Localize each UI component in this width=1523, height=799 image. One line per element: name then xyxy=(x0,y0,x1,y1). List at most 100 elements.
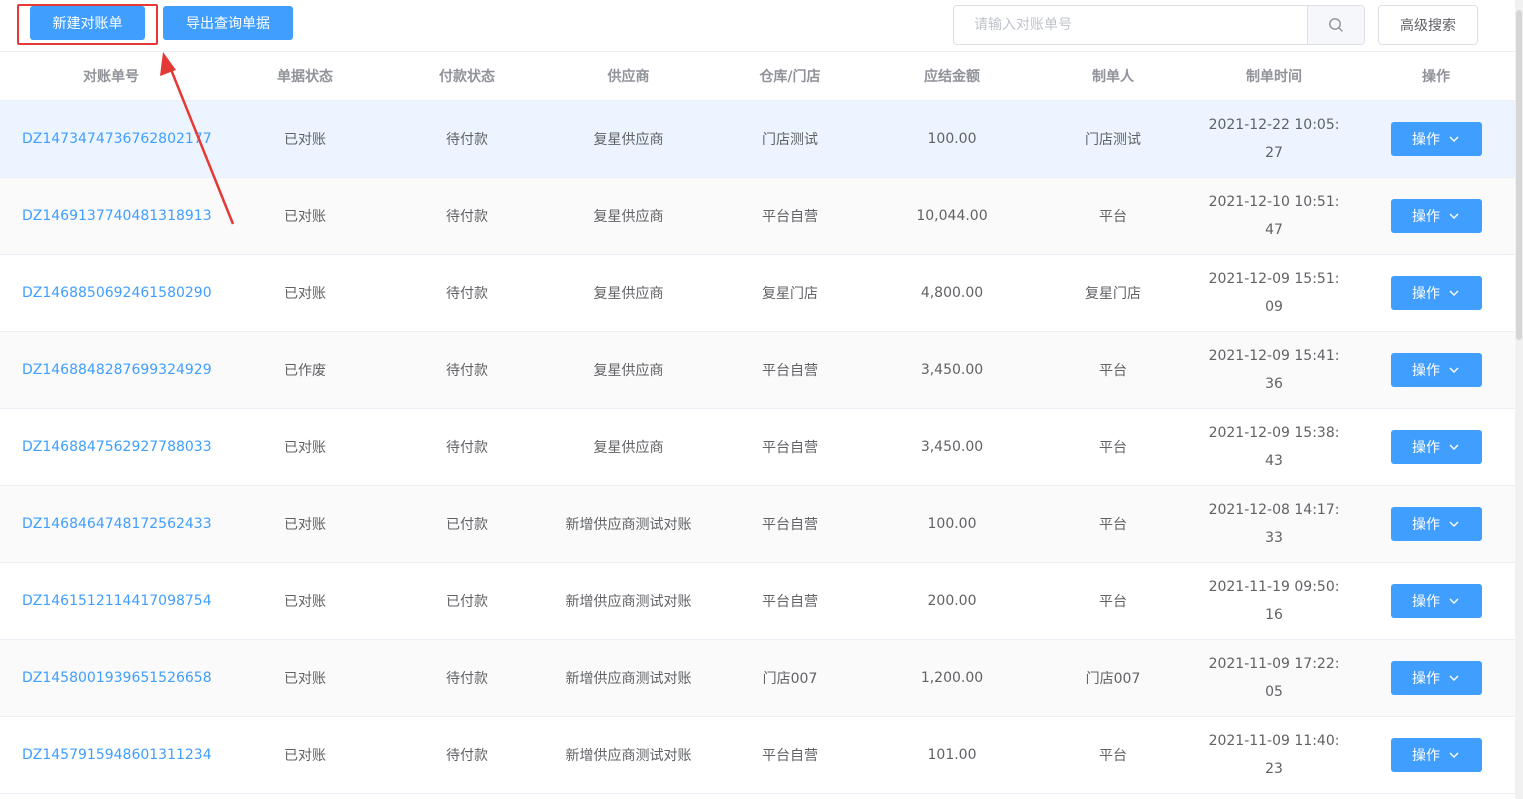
actions-cell: 操作 xyxy=(1357,486,1515,562)
pay-status-cell: 待付款 xyxy=(446,671,488,687)
creator-cell: 门店测试 xyxy=(1085,132,1141,148)
supplier-cell: 新增供应商测试对账 xyxy=(565,748,692,764)
created-time-text: 2021-11-19 09:50:16 xyxy=(1208,579,1340,623)
creator-cell: 平台 xyxy=(1099,594,1127,610)
chevron-down-icon xyxy=(1449,444,1459,450)
amount-cell: 100.00 xyxy=(927,516,977,532)
supplier-cell: 新增供应商测试对账 xyxy=(565,594,692,610)
actions-label: 操作 xyxy=(1412,286,1440,302)
pay-status-cell: 待付款 xyxy=(446,132,488,148)
created-time-cell: 2021-12-09 15:38:43 xyxy=(1191,409,1357,485)
doc-status-cell: 已对账 xyxy=(284,671,326,687)
advanced-search-button[interactable]: 高级搜索 xyxy=(1378,5,1478,45)
header-pay-status: 付款状态 xyxy=(439,69,495,85)
chevron-down-icon xyxy=(1449,367,1459,373)
amount-cell: 3,450.00 xyxy=(920,439,984,455)
actions-dropdown-button[interactable]: 操作 xyxy=(1390,122,1482,156)
table-row: DZ1461512114417098754 已对账 已付款 新增供应商测试对账 平台自营… xyxy=(0,563,1515,640)
amount-cell: 200.00 xyxy=(927,593,977,609)
chevron-down-icon xyxy=(1449,752,1459,758)
creator-cell: 平台 xyxy=(1099,440,1127,456)
table-row: DZ1458001939651526658 已对账 待付款 新增供应商测试对账 门店00… xyxy=(0,640,1515,717)
doc-status-cell: 已对账 xyxy=(284,286,326,302)
header-amount: 应结金额 xyxy=(924,69,980,85)
actions-dropdown-button[interactable]: 操作 xyxy=(1390,661,1482,695)
statement-no-link[interactable]: DZ1458001939651526658 xyxy=(0,640,222,716)
created-time-cell: 2021-11-09 11:40:23 xyxy=(1191,717,1357,793)
doc-status-cell: 已对账 xyxy=(284,132,326,148)
actions-dropdown-button[interactable]: 操作 xyxy=(1390,738,1482,772)
creator-cell: 平台 xyxy=(1099,209,1127,225)
actions-dropdown-button[interactable]: 操作 xyxy=(1390,199,1482,233)
actions-label: 操作 xyxy=(1412,671,1440,687)
store-cell: 平台自营 xyxy=(762,209,818,225)
header-doc-status: 单据状态 xyxy=(277,69,333,85)
vertical-scrollbar[interactable] xyxy=(1515,0,1523,799)
amount-cell: 3,450.00 xyxy=(920,362,984,378)
statement-no-link[interactable]: DZ1473474736762802177 xyxy=(0,101,222,177)
statement-no-link[interactable]: DZ1468464748172562433 xyxy=(0,486,222,562)
created-time-cell: 2021-12-09 15:41:36 xyxy=(1191,332,1357,408)
supplier-cell: 复星供应商 xyxy=(593,132,664,148)
actions-label: 操作 xyxy=(1412,517,1440,533)
doc-status-cell: 已作废 xyxy=(284,363,326,379)
amount-cell: 4,800.00 xyxy=(920,285,984,301)
table-body: DZ1473474736762802177 已对账 待付款 复星供应商 门店测试 100.… xyxy=(0,101,1515,794)
created-time-cell: 2021-12-10 10:51:47 xyxy=(1191,178,1357,254)
statement-no-link[interactable]: DZ1461512114417098754 xyxy=(0,563,222,639)
actions-dropdown-button[interactable]: 操作 xyxy=(1390,507,1482,541)
actions-dropdown-button[interactable]: 操作 xyxy=(1390,276,1482,310)
scrollbar-thumb[interactable] xyxy=(1516,10,1522,340)
actions-label: 操作 xyxy=(1412,748,1440,764)
actions-dropdown-button[interactable]: 操作 xyxy=(1390,353,1482,387)
statement-no-link[interactable]: DZ1468847562927788033 xyxy=(0,409,222,485)
header-statement-no: 对账单号 xyxy=(83,69,139,85)
statement-no-link[interactable]: DZ1457915948601311234 xyxy=(0,717,222,793)
doc-status-cell: 已对账 xyxy=(284,594,326,610)
created-time-text: 2021-11-09 11:40:23 xyxy=(1208,733,1340,777)
toolbar: 新建对账单 导出查询单据 高级搜索 xyxy=(0,0,1515,52)
statement-table: 对账单号 单据状态 付款状态 供应商 仓库/门店 应结金额 制单人 制单时间 操… xyxy=(0,52,1515,794)
actions-cell: 操作 xyxy=(1357,332,1515,408)
amount-cell: 100.00 xyxy=(927,131,977,147)
actions-cell: 操作 xyxy=(1357,409,1515,485)
created-time-cell: 2021-11-19 09:50:16 xyxy=(1191,563,1357,639)
statement-no-link[interactable]: DZ1468848287699324929 xyxy=(0,332,222,408)
supplier-cell: 复星供应商 xyxy=(593,363,664,379)
actions-dropdown-button[interactable]: 操作 xyxy=(1390,584,1482,618)
actions-cell: 操作 xyxy=(1357,178,1515,254)
store-cell: 平台自营 xyxy=(762,440,818,456)
actions-cell: 操作 xyxy=(1357,717,1515,793)
actions-label: 操作 xyxy=(1412,440,1440,456)
store-cell: 平台自营 xyxy=(762,517,818,533)
creator-cell: 平台 xyxy=(1099,363,1127,379)
doc-status-cell: 已对账 xyxy=(284,209,326,225)
search-button[interactable] xyxy=(1307,6,1364,44)
pay-status-cell: 待付款 xyxy=(446,748,488,764)
creator-cell: 复星门店 xyxy=(1085,286,1141,302)
export-query-button[interactable]: 导出查询单据 xyxy=(163,6,293,40)
created-time-cell: 2021-12-22 10:05:27 xyxy=(1191,101,1357,177)
chevron-down-icon xyxy=(1449,521,1459,527)
actions-label: 操作 xyxy=(1412,594,1440,610)
header-store: 仓库/门店 xyxy=(759,69,821,85)
store-cell: 门店007 xyxy=(762,671,818,687)
actions-dropdown-button[interactable]: 操作 xyxy=(1390,430,1482,464)
search-input[interactable] xyxy=(954,6,1307,44)
actions-cell: 操作 xyxy=(1357,101,1515,177)
table-header: 对账单号 单据状态 付款状态 供应商 仓库/门店 应结金额 制单人 制单时间 操… xyxy=(0,52,1515,101)
new-statement-button[interactable]: 新建对账单 xyxy=(30,6,145,40)
pay-status-cell: 待付款 xyxy=(446,363,488,379)
supplier-cell: 新增供应商测试对账 xyxy=(565,671,692,687)
created-time-text: 2021-11-09 17:22:05 xyxy=(1208,656,1340,700)
header-created-time: 制单时间 xyxy=(1246,69,1302,85)
statement-no-link[interactable]: DZ1468850692461580290 xyxy=(0,255,222,331)
created-time-text: 2021-12-08 14:17:33 xyxy=(1208,502,1340,546)
created-time-text: 2021-12-22 10:05:27 xyxy=(1208,117,1340,161)
doc-status-cell: 已对账 xyxy=(284,748,326,764)
created-time-cell: 2021-11-09 17:22:05 xyxy=(1191,640,1357,716)
store-cell: 门店测试 xyxy=(762,132,818,148)
table-row: DZ1468464748172562433 已对账 已付款 新增供应商测试对账 平台自营… xyxy=(0,486,1515,563)
chevron-down-icon xyxy=(1449,675,1459,681)
statement-no-link[interactable]: DZ1469137740481318913 xyxy=(0,178,222,254)
